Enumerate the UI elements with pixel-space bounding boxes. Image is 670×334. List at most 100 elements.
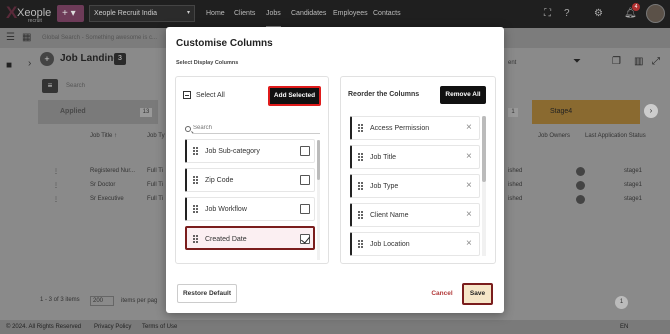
row-actions-icon[interactable]: ⋮: [53, 168, 59, 175]
drag-handle-icon[interactable]: [358, 240, 364, 249]
column-header-job-title[interactable]: Job Title ↑: [90, 133, 117, 139]
drag-handle-icon[interactable]: [193, 235, 199, 244]
global-search-input[interactable]: Global Search - Something awesome is c..…: [42, 31, 172, 45]
available-column-item[interactable]: Job Workflow: [185, 197, 315, 221]
drag-handle-icon[interactable]: [358, 124, 364, 133]
owner-avatar: [576, 195, 585, 204]
expand-icon[interactable]: ⤢: [652, 56, 660, 68]
nav-jobs[interactable]: Jobs: [266, 0, 281, 28]
column-label: Job Title: [370, 154, 397, 161]
column-checkbox[interactable]: [300, 204, 310, 214]
row-type: Full Ti: [147, 182, 164, 188]
reorder-title: Reorder the Columns: [348, 91, 420, 98]
nav-contacts[interactable]: Contacts: [373, 0, 401, 28]
next-stage-button[interactable]: ›: [644, 104, 658, 118]
table-search-input[interactable]: Search: [66, 83, 85, 89]
page-title: Job Landing: [60, 53, 120, 64]
ordered-column-item[interactable]: Job Title ×: [350, 145, 480, 169]
gear-icon[interactable]: ⚙: [594, 8, 603, 20]
ordered-column-item[interactable]: Job Type ×: [350, 174, 480, 198]
select-all-checkbox[interactable]: [183, 91, 191, 99]
items-per-page-select[interactable]: 200: [90, 296, 114, 306]
help-icon[interactable]: ?: [564, 8, 570, 20]
terms-link[interactable]: Terms of Use: [142, 320, 177, 334]
chevron-right-icon[interactable]: ›: [28, 58, 31, 70]
select-all-label[interactable]: Select All: [196, 92, 225, 99]
drag-handle-icon[interactable]: [193, 176, 199, 185]
column-checkbox[interactable]: [300, 175, 310, 185]
row-actions-icon[interactable]: ⋮: [53, 196, 59, 203]
remove-all-button[interactable]: Remove All: [440, 86, 486, 104]
nav-home[interactable]: Home: [206, 0, 225, 28]
row-actions-icon[interactable]: ⋮: [53, 182, 59, 189]
stage4-label: Stage4: [550, 108, 573, 115]
entity-select[interactable]: ent: [508, 60, 516, 66]
briefcase-icon: ■: [6, 60, 13, 71]
close-icon[interactable]: ×: [466, 238, 472, 250]
fullscreen-icon[interactable]: ⛶: [544, 8, 551, 20]
drag-handle-icon[interactable]: [358, 182, 364, 191]
nav-candidates[interactable]: Candidates: [291, 0, 326, 28]
organization-select[interactable]: Xeople Recruit India ▾: [89, 5, 195, 22]
row-title[interactable]: Sr Executive: [90, 196, 124, 202]
reorder-scrollbar-thumb[interactable]: [482, 116, 486, 182]
column-label: Access Permission: [370, 125, 430, 132]
ordered-column-item[interactable]: Client Name ×: [350, 203, 480, 227]
copy-icon[interactable]: ❐: [612, 56, 621, 68]
column-label: Job Type: [370, 183, 399, 190]
close-icon[interactable]: ×: [466, 209, 472, 221]
ordered-column-item[interactable]: Access Permission ×: [350, 116, 480, 140]
stage4-bar[interactable]: [532, 100, 640, 124]
column-checkbox-checked[interactable]: [300, 234, 310, 244]
nav-employees[interactable]: Employees: [333, 0, 368, 28]
row-type: Full Ti: [147, 196, 164, 202]
privacy-link[interactable]: Privacy Policy: [94, 320, 131, 334]
row-stage: stage1: [624, 182, 643, 188]
add-job-button[interactable]: +: [40, 52, 54, 66]
filter-icon[interactable]: ⏷: [573, 56, 581, 68]
row-title[interactable]: Sr Doctor: [90, 182, 115, 188]
nav-clients[interactable]: Clients: [234, 0, 255, 28]
column-header-last-application-status[interactable]: Last Application Status: [585, 133, 646, 139]
dialog-subtitle: Select Display Columns: [176, 60, 239, 66]
filter-toggle-button[interactable]: ≡: [42, 79, 58, 93]
drag-handle-icon[interactable]: [193, 205, 199, 214]
job-count-badge: 3: [114, 53, 126, 65]
row-stage: stage1: [624, 168, 643, 174]
row-stage: stage1: [624, 196, 643, 202]
close-icon[interactable]: ×: [466, 122, 472, 134]
row-title[interactable]: Registered Nur...: [90, 168, 135, 174]
column-checkbox[interactable]: [300, 146, 310, 156]
drag-handle-icon[interactable]: [193, 147, 199, 156]
copyright-text: © 2024. All Rights Reserved: [6, 324, 82, 330]
xeople-logo[interactable]: X Xeople recruit: [6, 3, 54, 25]
column-label: Job Location: [370, 241, 410, 248]
restore-default-button[interactable]: Restore Default: [177, 284, 237, 303]
row-status: ished: [508, 196, 523, 202]
drag-handle-icon[interactable]: [358, 211, 364, 220]
stage-applied-count: 13: [140, 108, 152, 117]
ordered-column-item[interactable]: Job Location ×: [350, 232, 480, 256]
column-search-input[interactable]: [192, 123, 320, 134]
list-view-icon[interactable]: ☰: [6, 32, 15, 44]
drag-handle-icon[interactable]: [358, 153, 364, 162]
grid-view-icon[interactable]: ▦: [22, 32, 31, 44]
search-icon: [185, 126, 191, 132]
close-icon[interactable]: ×: [466, 180, 472, 192]
column-header-job-type[interactable]: Job Ty: [147, 133, 165, 139]
save-button[interactable]: Save: [462, 283, 493, 305]
column-header-job-owners[interactable]: Job Owners: [538, 133, 570, 139]
page-number-button[interactable]: 1: [615, 296, 628, 309]
quick-add-button[interactable]: + ▾: [57, 5, 84, 22]
available-column-item-selected[interactable]: Created Date: [185, 226, 315, 250]
close-icon[interactable]: ×: [466, 151, 472, 163]
avatar[interactable]: [646, 4, 665, 23]
add-selected-button[interactable]: Add Selected: [268, 86, 321, 106]
available-scrollbar-thumb[interactable]: [317, 140, 320, 180]
language-badge[interactable]: EN: [620, 320, 628, 334]
stage-count: 1: [508, 108, 518, 117]
available-column-item[interactable]: Job Sub-category: [185, 139, 315, 163]
columns-icon[interactable]: ▥: [634, 56, 643, 68]
cancel-button[interactable]: Cancel: [427, 286, 457, 302]
available-column-item[interactable]: Zip Code: [185, 168, 315, 192]
